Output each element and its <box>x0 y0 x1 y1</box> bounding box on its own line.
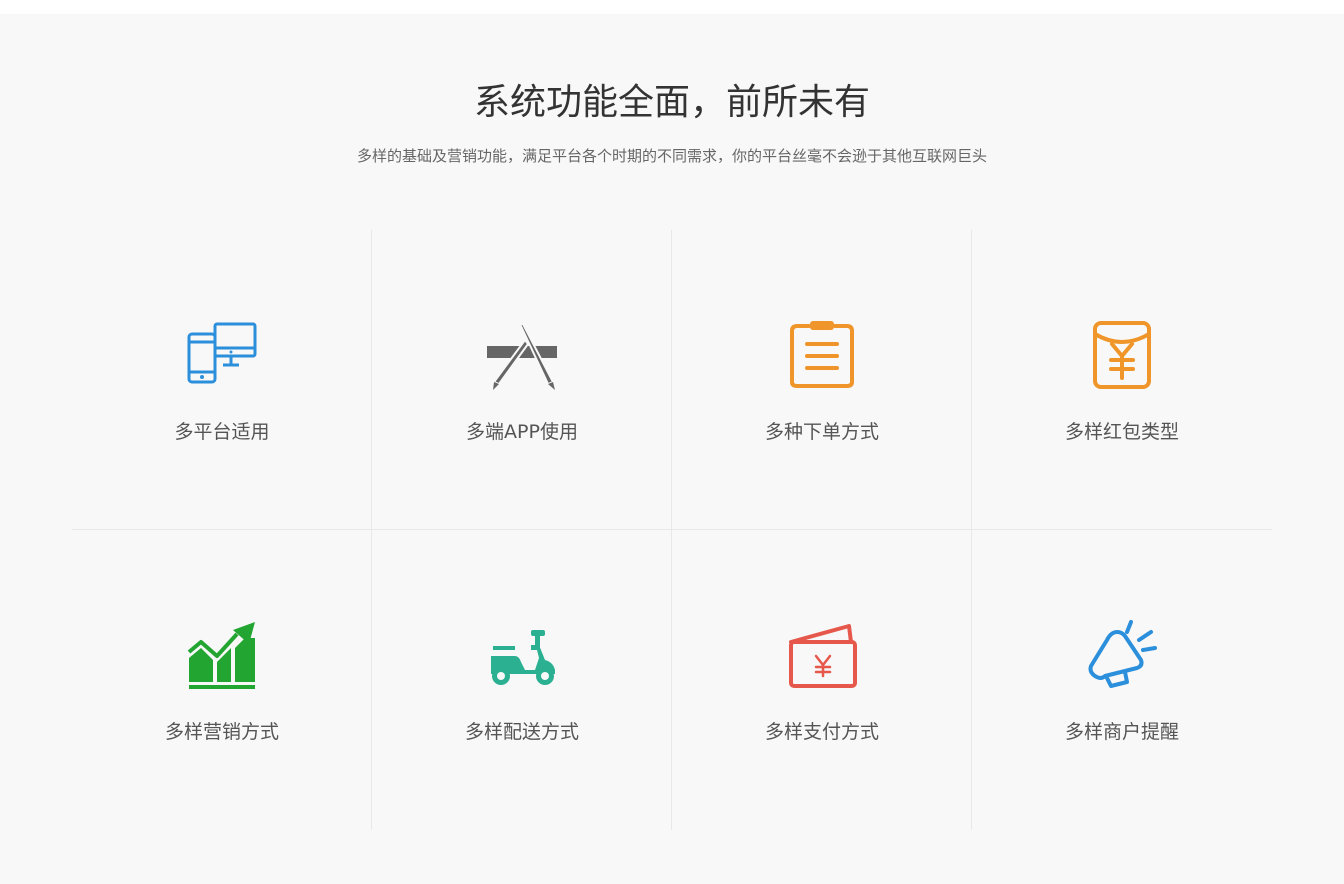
feature-order-methods: 多种下单方式 <box>672 230 972 530</box>
features-section: 系统功能全面，前所未有 多样的基础及营销功能，满足平台各个时期的不同需求，你的平… <box>0 14 1344 884</box>
feature-red-envelope: 多样红包类型 <box>972 230 1272 530</box>
megaphone-icon <box>1087 620 1157 690</box>
feature-label: 多样支付方式 <box>764 721 879 743</box>
feature-label: 多平台适用 <box>174 421 270 443</box>
feature-label: 多样营销方式 <box>164 721 279 743</box>
red-envelope-icon <box>1087 320 1157 390</box>
scooter-icon <box>487 620 557 690</box>
feature-delivery: 多样配送方式 <box>372 530 672 830</box>
growth-chart-icon <box>187 620 257 690</box>
devices-icon <box>187 320 257 390</box>
section-title: 系统功能全面，前所未有 <box>473 82 870 123</box>
feature-payment: 多样支付方式 <box>672 530 972 830</box>
app-store-icon <box>487 320 557 390</box>
feature-multi-platform: 多平台适用 <box>72 230 372 530</box>
feature-multi-app: 多端APP使用 <box>372 230 672 530</box>
wallet-icon <box>787 620 857 690</box>
feature-merchant-alert: 多样商户提醒 <box>972 530 1272 830</box>
clipboard-icon <box>787 320 857 390</box>
feature-label: 多端APP使用 <box>466 421 578 443</box>
feature-label: 多样商户提醒 <box>1064 721 1179 743</box>
feature-marketing: 多样营销方式 <box>72 530 372 830</box>
feature-label: 多样红包类型 <box>1064 421 1179 443</box>
feature-label: 多样配送方式 <box>464 721 579 743</box>
section-subtitle: 多样的基础及营销功能，满足平台各个时期的不同需求，你的平台丝毫不会逊于其他互联网… <box>356 147 987 165</box>
feature-label: 多种下单方式 <box>764 421 879 443</box>
features-grid: 多平台适用 多端APP使用 多种下单方式 多样红包类型 多样营销方式 多样配送方… <box>72 230 1272 830</box>
